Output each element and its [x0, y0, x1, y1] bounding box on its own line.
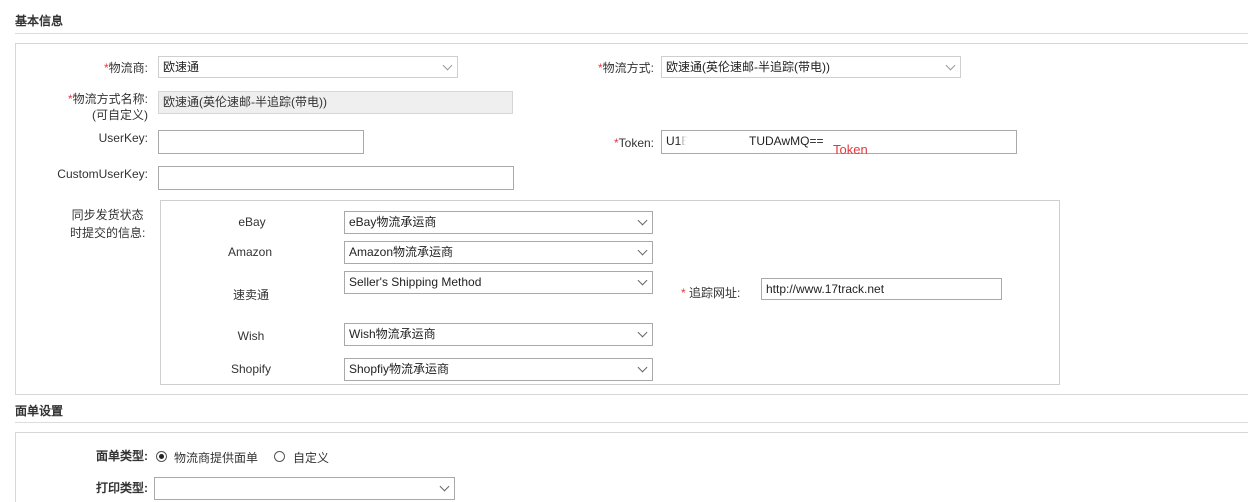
sync-label: 同步发货状态 时提交的信息:	[70, 208, 146, 240]
aliexpress-method-select[interactable]: Seller's Shipping Method	[344, 271, 653, 294]
method-label: *物流方式:	[597, 61, 654, 75]
radio-carrier-label[interactable]	[156, 451, 167, 462]
amazon-carrier-select[interactable]: Amazon物流承运商	[344, 241, 653, 264]
method-select[interactable]: 欧速通(英伦速邮-半追踪(带电))	[661, 56, 961, 78]
platform-aliexpress-label: 速卖通	[232, 288, 269, 302]
method-name-field[interactable]: 欧速通(英伦速邮-半追踪(带电))	[158, 91, 513, 114]
chevron-down-icon	[637, 245, 648, 256]
panel-left-border	[15, 432, 16, 502]
panel-left-border	[15, 43, 16, 395]
shopify-carrier-select[interactable]: Shopfiy物流承运商	[344, 358, 653, 381]
method-name-label: *物流方式名称: (可自定义)	[67, 92, 148, 122]
section-divider	[15, 33, 1248, 34]
tracking-url-input[interactable]: http://www.17track.net	[761, 278, 1002, 300]
carrier-select[interactable]: 欧速通	[158, 56, 458, 78]
platform-ebay-label: eBay	[238, 215, 266, 229]
panel-bottom-border	[15, 394, 1248, 395]
panel-top-border	[15, 43, 1248, 44]
panel-top-border	[15, 432, 1248, 433]
chevron-down-icon	[439, 481, 450, 492]
custom-userkey-label: CustomUserKey:	[57, 167, 148, 181]
chevron-down-icon	[637, 275, 648, 286]
print-type-select[interactable]	[154, 477, 455, 500]
radio-custom-label[interactable]	[274, 451, 285, 462]
section-divider	[15, 422, 1248, 423]
tracking-url-label: * 追踪网址:	[681, 286, 741, 300]
ebay-carrier-select[interactable]: eBay物流承运商	[344, 211, 653, 234]
section-title-basic-info: 基本信息	[15, 14, 64, 28]
redaction-blur	[682, 134, 748, 150]
chevron-down-icon	[442, 60, 453, 71]
section-title-label-settings: 面单设置	[15, 404, 64, 418]
platform-shopify-label: Shopify	[230, 362, 272, 376]
platform-wish-label: Wish	[237, 329, 265, 343]
chevron-down-icon	[637, 362, 648, 373]
token-annotation: Token	[833, 142, 868, 157]
print-type-label: 打印类型:	[96, 481, 148, 495]
radio-carrier-label-text[interactable]: 物流商提供面单	[174, 449, 258, 466]
wish-carrier-select[interactable]: Wish物流承运商	[344, 323, 653, 346]
token-label: *Token:	[613, 136, 654, 150]
userkey-label: UserKey:	[98, 131, 148, 145]
radio-custom-label-text[interactable]: 自定义	[293, 449, 329, 466]
custom-userkey-input[interactable]	[158, 166, 514, 190]
userkey-input[interactable]	[158, 130, 364, 154]
chevron-down-icon	[945, 60, 956, 71]
platform-amazon-label: Amazon	[227, 245, 273, 259]
label-type-label: 面单类型:	[96, 449, 148, 463]
carrier-label: *物流商:	[103, 61, 148, 75]
chevron-down-icon	[637, 215, 648, 226]
chevron-down-icon	[637, 327, 648, 338]
